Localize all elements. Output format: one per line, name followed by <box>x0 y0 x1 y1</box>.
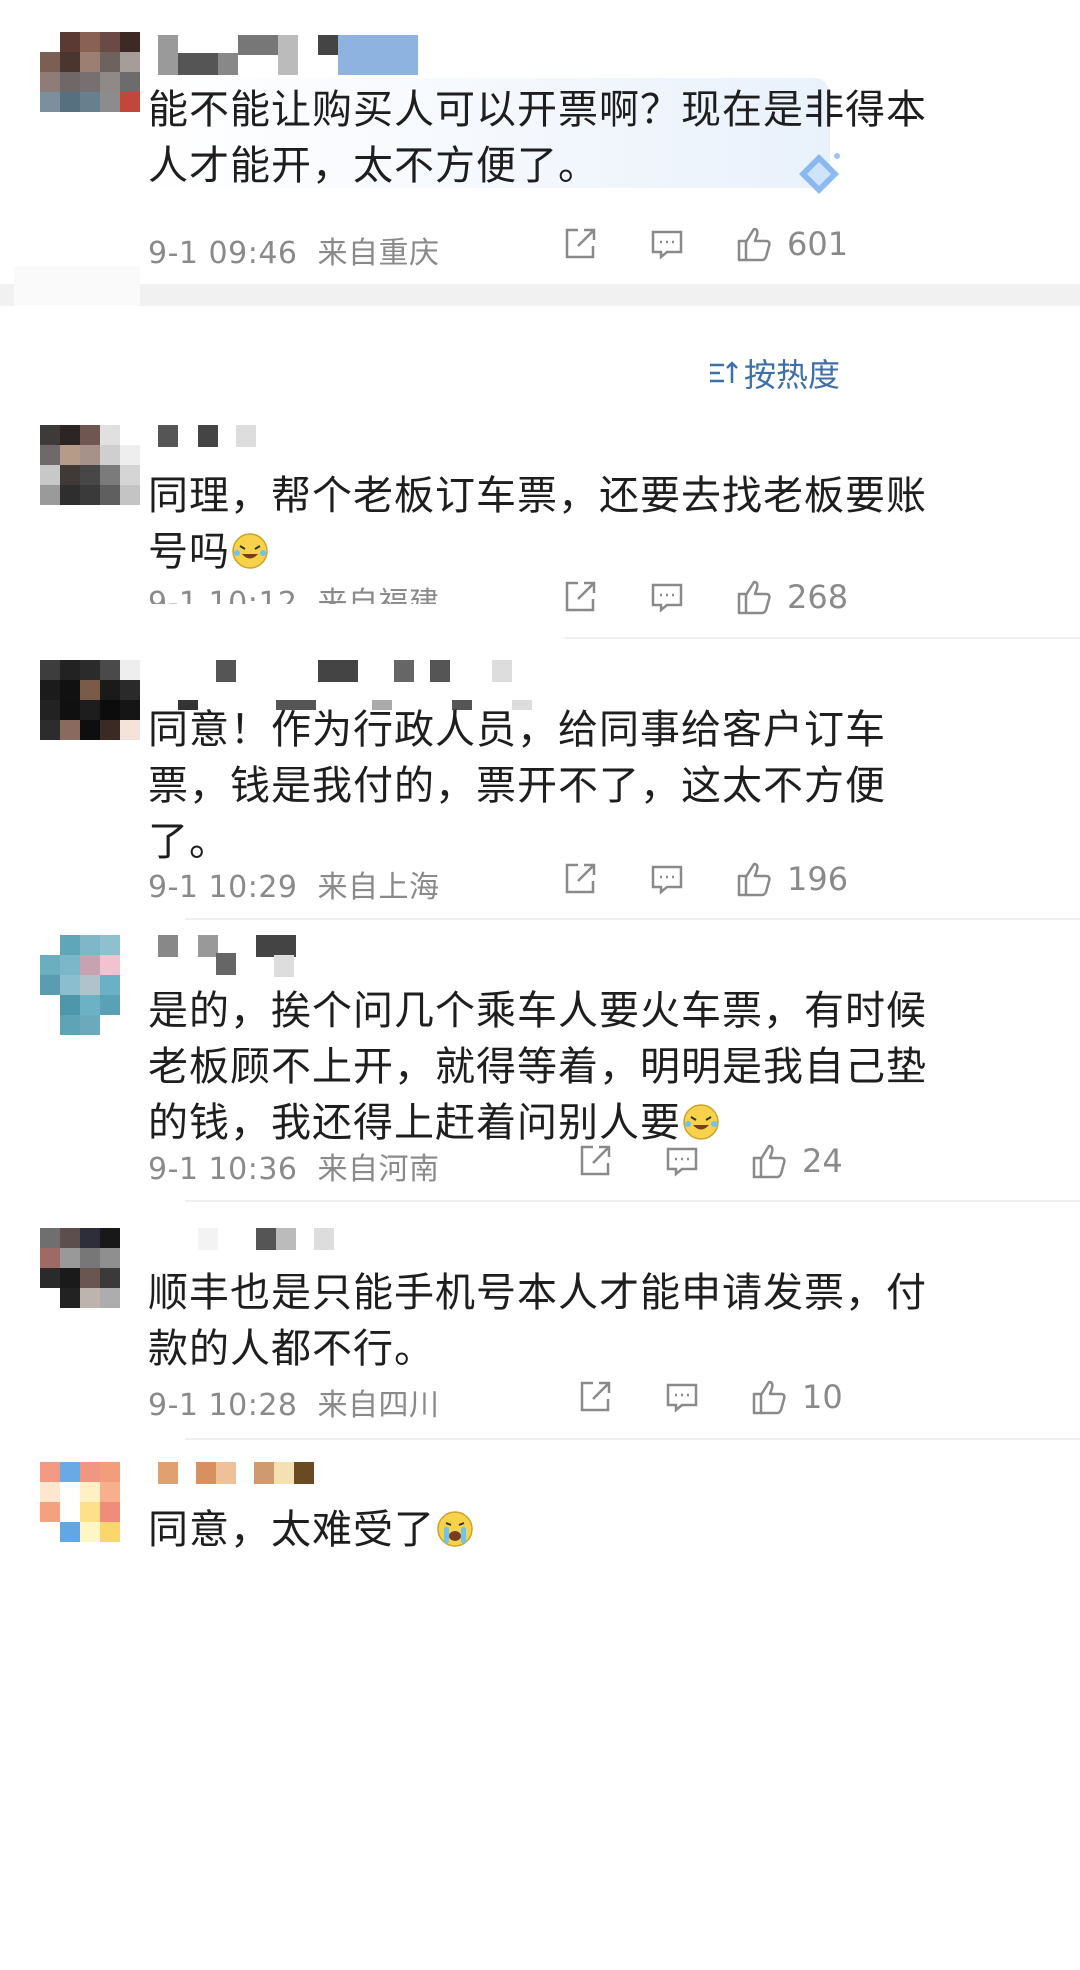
comment-text: 能不能让购买人可以开票啊？现在是非得本 人才能开，太不方便了。 <box>148 87 927 189</box>
comment-meta: 9-1 10:12 来自福建 <box>148 582 440 604</box>
repost-button[interactable] <box>577 1379 613 1415</box>
like-count: 24 <box>802 1142 843 1180</box>
divider <box>565 637 1080 639</box>
like-button[interactable]: 10 <box>750 1377 843 1417</box>
username-blurred[interactable] <box>158 935 298 977</box>
like-count: 268 <box>787 578 849 616</box>
laugh-cry-emoji-icon <box>683 1104 719 1140</box>
reply-button[interactable] <box>664 1143 700 1179</box>
divider <box>185 918 1080 920</box>
divider <box>185 1438 1080 1440</box>
comment-time: 9-1 09:46 <box>148 236 298 271</box>
comment-icon <box>651 230 683 260</box>
comment-location: 来自福建 <box>317 586 440 604</box>
comment-location: 来自上海 <box>317 870 440 905</box>
thumbs-up-icon <box>752 1144 786 1179</box>
repost-button[interactable] <box>577 1143 613 1179</box>
comment-meta: 9-1 10:28 来自四川 <box>148 1380 440 1424</box>
comment-time: 9-1 10:12 <box>148 586 298 604</box>
avatar[interactable] <box>40 935 140 1035</box>
comment-time: 9-1 10:28 <box>148 1388 298 1423</box>
comment-time: 9-1 10:36 <box>148 1152 298 1187</box>
comment-location: 来自河南 <box>317 1152 440 1187</box>
avatar[interactable] <box>40 425 140 525</box>
repost-button[interactable] <box>562 579 598 615</box>
username-blurred[interactable] <box>158 1462 318 1484</box>
reply-button[interactable] <box>649 579 685 615</box>
comment-icon <box>651 865 683 895</box>
thumbs-up-icon <box>737 580 771 615</box>
comment-meta: 9-1 09:46 来自重庆 <box>148 228 440 272</box>
comment-icon <box>651 583 683 613</box>
avatar[interactable] <box>40 660 140 760</box>
like-button[interactable]: 196 <box>735 859 848 899</box>
share-icon <box>565 228 596 259</box>
comment-text: 同理，帮个老板订车票，还要去找老板要账 号吗 <box>148 473 927 575</box>
avatar[interactable] <box>40 32 140 132</box>
share-icon <box>565 581 596 612</box>
username-blurred[interactable] <box>158 35 418 75</box>
like-count: 196 <box>787 860 849 898</box>
thumbs-up-icon <box>737 862 771 897</box>
sort-icon <box>710 361 738 383</box>
sort-toggle[interactable]: 按热度 <box>708 350 840 396</box>
reply-button[interactable] <box>649 861 685 897</box>
comment-meta: 9-1 10:29 来自上海 <box>148 862 440 906</box>
comment-text: 顺丰也是只能手机号本人才能申请发票，付 款的人都不行。 <box>148 1270 927 1372</box>
username-blurred[interactable] <box>158 425 258 447</box>
comment-location: 来自重庆 <box>317 236 440 271</box>
avatar[interactable] <box>40 1228 140 1328</box>
divider <box>185 1200 1080 1202</box>
repost-button[interactable] <box>562 861 598 897</box>
share-icon <box>565 863 596 894</box>
username-blurred[interactable] <box>158 1228 338 1250</box>
like-button[interactable]: 268 <box>735 577 848 617</box>
laugh-cry-emoji-icon <box>232 533 268 569</box>
comment-icon <box>666 1383 698 1413</box>
thumbs-up-icon <box>752 1380 786 1415</box>
like-count: 10 <box>802 1378 843 1416</box>
share-icon <box>580 1381 611 1412</box>
comment-meta: 9-1 10:36 来自河南 <box>148 1144 440 1188</box>
comment-text: 是的，挨个问几个乘车人要火车票，有时候 老板顾不上开，就得等着，明明是我自己垫 … <box>148 988 927 1146</box>
section-separator <box>0 284 1080 306</box>
thumbs-up-icon <box>737 227 771 262</box>
comment-icon <box>666 1147 698 1177</box>
repost-button[interactable] <box>562 226 598 262</box>
like-button[interactable]: 24 <box>750 1141 843 1181</box>
reply-button[interactable] <box>649 226 685 262</box>
comment-text: 同意，太难受了 <box>148 1502 475 1558</box>
comment-location: 来自四川 <box>317 1388 440 1423</box>
share-icon <box>580 1145 611 1176</box>
comment-text: 同意！作为行政人员，给同事给客户订车 票，钱是我付的，票开不了，这太不方便 了。 <box>148 707 886 865</box>
reply-button[interactable] <box>664 1379 700 1415</box>
sort-label: 按热度 <box>744 356 841 394</box>
like-count: 601 <box>787 225 849 263</box>
comment-time: 9-1 10:29 <box>148 870 298 905</box>
crying-emoji-icon <box>437 1511 473 1547</box>
separator-notch <box>14 266 140 306</box>
avatar[interactable] <box>40 1462 140 1562</box>
like-button[interactable]: 601 <box>735 224 848 264</box>
